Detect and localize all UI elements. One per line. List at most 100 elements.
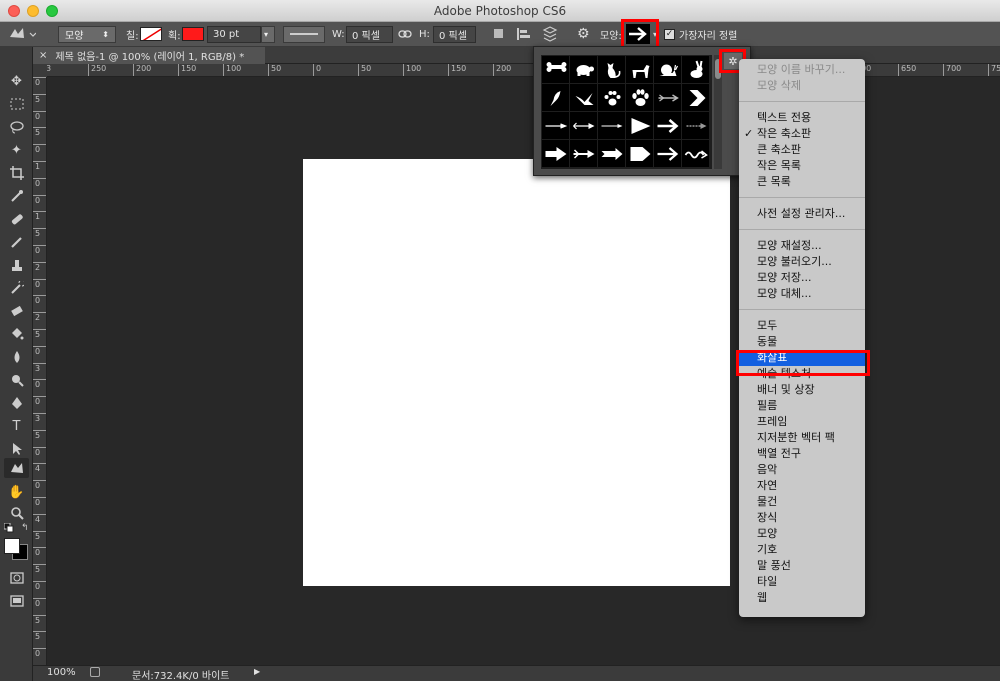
menu-item[interactable]: 지저분한 벡터 팩	[739, 430, 865, 446]
shape-arrow-feather-icon[interactable]	[654, 84, 681, 111]
stroke-width-dropdown[interactable]: ▾	[261, 25, 275, 43]
custom-shape-tool-icon[interactable]	[4, 458, 29, 478]
shape-arrow-thin-icon[interactable]	[542, 112, 569, 139]
menu-item[interactable]: 타일	[739, 574, 865, 590]
shape-paw-print-icon[interactable]	[598, 84, 625, 111]
shape-rabbit-icon[interactable]	[682, 56, 709, 83]
shape-dog-icon[interactable]	[626, 56, 653, 83]
width-field[interactable]: 0 픽셀	[346, 25, 393, 43]
type-tool-icon[interactable]: T	[4, 416, 29, 436]
path-operations-icon[interactable]	[492, 25, 506, 43]
shape-arrow-fletched-2-icon[interactable]	[598, 140, 625, 167]
stroke-width-field[interactable]: 30 pt	[207, 25, 261, 43]
geometry-options-gear-icon[interactable]: ⚙	[577, 25, 590, 43]
menu-item[interactable]: 웹	[739, 590, 865, 606]
menu-item[interactable]: 백열 전구	[739, 446, 865, 462]
shape-arrow-fletched-icon[interactable]	[570, 140, 597, 167]
zoom-level[interactable]: 100%	[47, 667, 76, 678]
align-edges-checkbox[interactable]: ✓ 가장자리 정렬	[664, 25, 737, 43]
hand-tool-icon[interactable]: ✋	[4, 482, 29, 502]
menu-item[interactable]: 모양	[739, 526, 865, 542]
menu-item[interactable]: 음악	[739, 462, 865, 478]
status-options-icon[interactable]	[90, 667, 100, 677]
path-arrangement-icon[interactable]	[541, 25, 559, 43]
document-tab[interactable]: × 제목 없음-1 @ 100% (레이어 1, RGB/8) *	[33, 47, 265, 64]
eyedropper-tool-icon[interactable]	[4, 186, 29, 206]
link-icon[interactable]	[398, 25, 412, 43]
swap-colors-icon[interactable]: ↰	[21, 523, 29, 533]
path-selection-tool-icon[interactable]	[4, 439, 29, 459]
lasso-tool-icon[interactable]	[4, 117, 29, 137]
menu-item[interactable]: 모양 대체...	[739, 286, 865, 302]
menu-item[interactable]: 모두	[739, 318, 865, 334]
menu-item[interactable]: 배너 및 상장	[739, 382, 865, 398]
ruler-origin[interactable]	[33, 64, 47, 77]
shape-arrow-block-icon[interactable]	[542, 140, 569, 167]
history-brush-tool-icon[interactable]	[4, 278, 29, 298]
menu-item[interactable]: 사전 설정 관리자...	[739, 206, 865, 222]
vertical-ruler[interactable]: 0 5 0 5 0 1 0 0 1 5 0 2 0 0 2 5 0 3 0 0 3 5 0 4 0 0 4 5 0 5 0 0 5 5 0	[33, 77, 47, 665]
status-menu-arrow-icon[interactable]: ▶	[254, 667, 260, 676]
foreground-color-swatch[interactable]	[4, 538, 20, 554]
menu-item[interactable]: 모양 재설정...	[739, 238, 865, 254]
menu-item[interactable]: 작은 목록	[739, 158, 865, 174]
shape-paw-print-2-icon[interactable]	[626, 84, 653, 111]
menu-item[interactable]: ✓ 작은 축소판	[739, 126, 865, 142]
magic-wand-tool-icon[interactable]: ✦	[4, 140, 29, 160]
pen-tool-icon[interactable]	[4, 393, 29, 413]
fill-swatch[interactable]	[140, 27, 162, 41]
document-canvas[interactable]	[303, 159, 730, 586]
menu-item[interactable]: 말 풍선	[739, 558, 865, 574]
menu-item[interactable]: 큰 목록	[739, 174, 865, 190]
shape-arrow-pentagon-icon[interactable]	[626, 140, 653, 167]
menu-item[interactable]: 기호	[739, 542, 865, 558]
brush-tool-icon[interactable]	[4, 232, 29, 252]
quick-mask-icon[interactable]	[4, 568, 29, 588]
clone-stamp-tool-icon[interactable]	[4, 255, 29, 275]
marquee-tool-icon[interactable]	[4, 94, 29, 114]
tool-mode-dropdown[interactable]: 모양 ⬍	[58, 25, 116, 43]
dodge-tool-icon[interactable]	[4, 370, 29, 390]
shape-bone-icon[interactable]	[542, 56, 569, 83]
menu-item[interactable]: 텍스트 전용	[739, 110, 865, 126]
paint-bucket-tool-icon[interactable]	[4, 324, 29, 344]
shape-snail-icon[interactable]	[654, 56, 681, 83]
shape-turtle-icon[interactable]	[570, 56, 597, 83]
menu-item[interactable]: 동물	[739, 334, 865, 350]
screen-mode-icon[interactable]	[4, 591, 29, 611]
menu-item[interactable]: 물건	[739, 494, 865, 510]
menu-item[interactable]: 프레임	[739, 414, 865, 430]
shape-arrow-triangle-icon[interactable]	[626, 112, 653, 139]
shape-arrow-dotted-icon[interactable]	[682, 112, 709, 139]
stroke-swatch[interactable]	[182, 27, 204, 41]
crop-tool-icon[interactable]	[4, 163, 29, 183]
eraser-tool-icon[interactable]	[4, 301, 29, 321]
move-tool-icon[interactable]: ✥	[4, 71, 29, 91]
ruler-tick-label: 0	[33, 480, 46, 490]
ruler-tick-label: 200	[493, 64, 511, 76]
shape-chevron-icon[interactable]	[682, 84, 709, 111]
shape-bird-icon[interactable]	[542, 84, 569, 111]
healing-brush-tool-icon[interactable]	[4, 209, 29, 229]
path-alignment-icon[interactable]	[516, 25, 532, 43]
shape-arrow-thin-2-icon[interactable]	[570, 112, 597, 139]
height-field[interactable]: 0 픽셀	[433, 25, 476, 43]
shape-arrow-bold-icon[interactable]	[654, 112, 681, 139]
shape-arrow-wavy-icon[interactable]	[682, 140, 709, 167]
menu-item[interactable]: 필름	[739, 398, 865, 414]
shape-arrow-line-icon[interactable]	[598, 112, 625, 139]
custom-shape-tool-preset[interactable]	[6, 25, 36, 43]
menu-item[interactable]: 자연	[739, 478, 865, 494]
menu-item[interactable]: 모양 저장...	[739, 270, 865, 286]
shape-arrow-right-icon[interactable]	[654, 140, 681, 167]
stroke-type-dropdown[interactable]	[283, 25, 325, 43]
menu-item[interactable]: 장식	[739, 510, 865, 526]
shape-dove-icon[interactable]	[570, 84, 597, 111]
zoom-tool-icon[interactable]	[4, 503, 29, 523]
default-colors-icon[interactable]	[3, 522, 14, 533]
menu-item[interactable]: 모양 불러오기...	[739, 254, 865, 270]
shape-cat-icon[interactable]	[598, 56, 625, 83]
blur-tool-icon[interactable]	[4, 347, 29, 367]
close-tab-icon[interactable]: ×	[39, 50, 47, 61]
menu-item[interactable]: 큰 축소판	[739, 142, 865, 158]
